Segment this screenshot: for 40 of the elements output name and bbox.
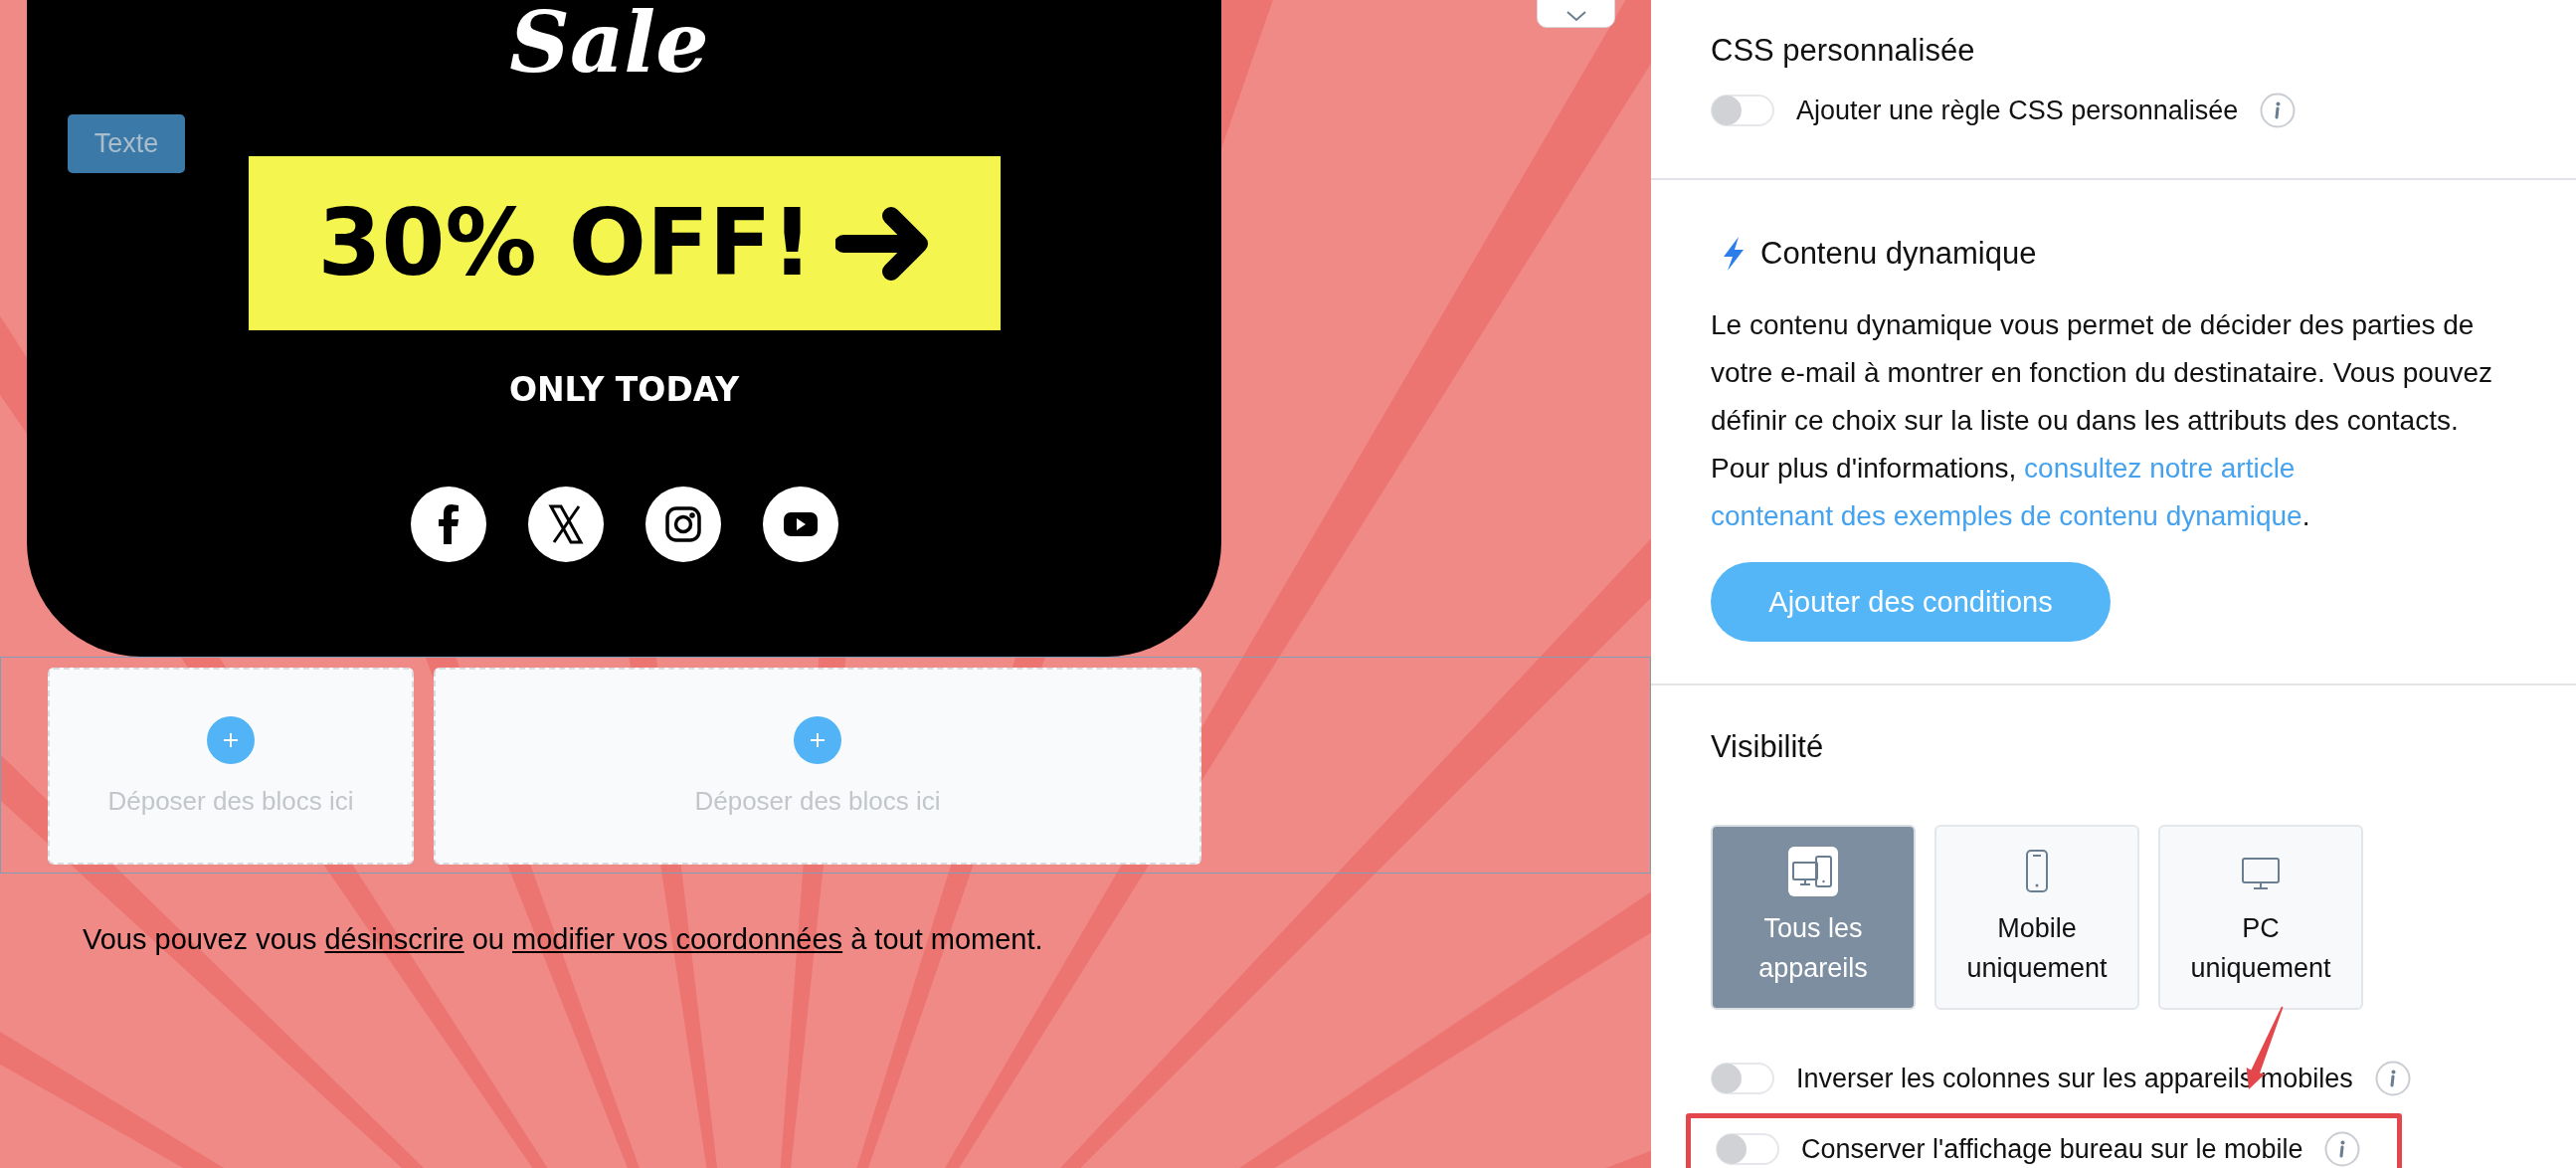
toggle-switch[interactable] bbox=[1716, 1133, 1779, 1165]
toggle-switch[interactable] bbox=[1711, 95, 1774, 126]
footer-text: Vous pouvez vous désinscrire ou modifier vos coordonnées à tout moment. bbox=[83, 923, 1044, 956]
instagram-icon[interactable] bbox=[644, 487, 721, 562]
option-label: Tous les appareils bbox=[1758, 912, 1868, 985]
toggle-label: Inverser les colonnes sur les appareils mobiles bbox=[1796, 1063, 2353, 1094]
offer-banner[interactable]: 30% OFF! bbox=[248, 156, 1001, 330]
description-text: Le contenu dynamique vous permet de décider des parties de votre e-mail à montrer en fonction du destinataire. Vous pouvez définir ce choix sur la liste ou dans les attributs des contacts. Pour plus d'informations, consultez notre article contenant des exemples de contenu dynamique. bbox=[1711, 308, 2493, 533]
section-title: Contenu dynamique bbox=[1760, 236, 2037, 272]
lightning-icon bbox=[1721, 236, 1747, 272]
device-option[interactable]: Mobile uniquement bbox=[1934, 825, 2139, 1010]
offer-text: 30% OFF! bbox=[317, 190, 814, 296]
add-conditions-button[interactable]: Ajouter des conditions bbox=[1711, 562, 2111, 642]
article-link[interactable]: consultez notre article bbox=[2024, 453, 2296, 484]
subtitle: ONLY TODAY bbox=[508, 370, 740, 409]
device-option[interactable]: Tous les appareils bbox=[1711, 825, 1916, 1010]
info-icon[interactable] bbox=[2260, 93, 2297, 128]
unsubscribe-link[interactable]: désinscrire bbox=[324, 923, 464, 955]
devices-icon bbox=[1788, 847, 1838, 896]
toggle-label: Conserver l'affichage bureau sur le mobile bbox=[1801, 1133, 2303, 1165]
arrow-right-icon bbox=[834, 205, 931, 282]
device-option[interactable]: PC uniquement bbox=[2158, 825, 2363, 1010]
info-icon[interactable] bbox=[2324, 1131, 2361, 1167]
add-icon bbox=[207, 715, 255, 764]
youtube-icon[interactable] bbox=[762, 487, 838, 562]
info-icon[interactable] bbox=[2374, 1061, 2411, 1096]
section-title: Visibilité bbox=[1711, 729, 1825, 765]
add-icon bbox=[794, 715, 841, 764]
facebook-icon[interactable] bbox=[410, 487, 486, 562]
toggle-label: Ajouter une règle CSS personnalisée bbox=[1796, 95, 2239, 126]
collapse-button[interactable] bbox=[1537, 0, 1615, 28]
section-title: CSS personnalisée bbox=[1711, 33, 1976, 69]
edit-details-link[interactable]: modifier vos coordonnées bbox=[512, 923, 843, 955]
block-tag[interactable]: Texte bbox=[68, 114, 185, 173]
option-label: PC uniquement bbox=[2190, 912, 2331, 985]
x-logo-icon[interactable] bbox=[527, 487, 604, 562]
sale-logo: Sale bbox=[509, 0, 709, 86]
toggle-switch[interactable] bbox=[1711, 1063, 1774, 1094]
option-label: Mobile uniquement bbox=[1966, 912, 2108, 985]
article-link[interactable]: contenant des exemples de contenu dynamique bbox=[1711, 500, 2302, 531]
